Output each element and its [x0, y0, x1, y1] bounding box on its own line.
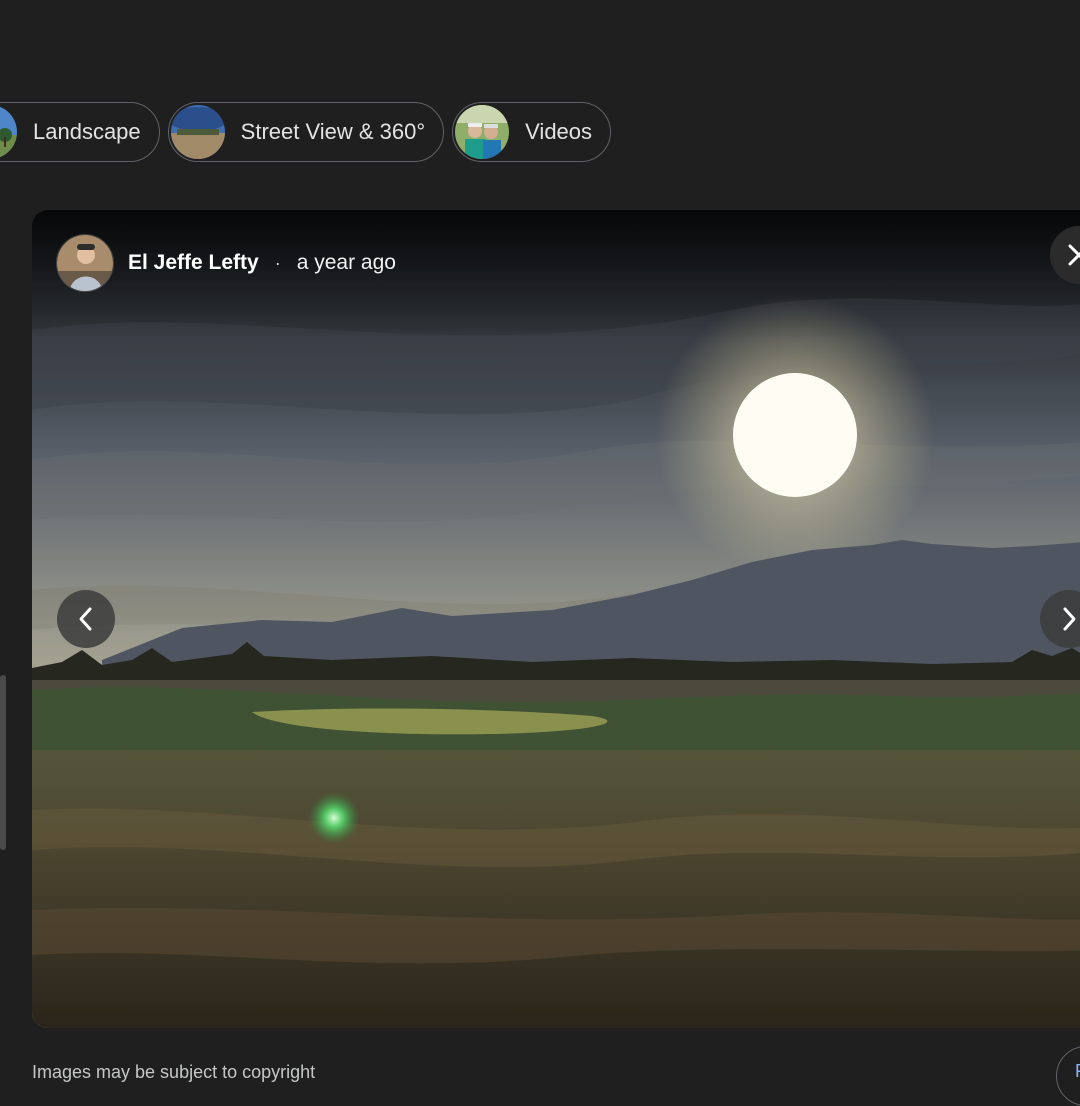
photo-viewer: El Jeffe Lefty · a year ago	[32, 210, 1080, 1028]
chip-label: Videos	[525, 119, 593, 144]
filter-chips: Landscape Street View & 360° Videos	[0, 102, 612, 162]
landscape-photo[interactable]	[32, 210, 1080, 1028]
chip-label: Landscape	[33, 119, 141, 144]
photo-author[interactable]: El Jeffe Lefty · a year ago	[56, 234, 396, 292]
videos-thumbnail	[455, 105, 510, 159]
author-name[interactable]: El Jeffe Lefty	[128, 251, 259, 275]
chip-videos[interactable]: Videos	[452, 102, 612, 162]
chip-landscape[interactable]: Landscape	[0, 102, 160, 162]
feedback-button[interactable]: F	[1056, 1046, 1080, 1106]
chip-street-view[interactable]: Street View & 360°	[167, 102, 445, 162]
close-icon	[1068, 244, 1080, 266]
scrollbar[interactable]	[0, 675, 6, 850]
previous-photo-button[interactable]	[57, 590, 115, 648]
separator-dot: ·	[274, 252, 281, 273]
street-view-thumbnail	[170, 105, 225, 159]
landscape-thumbnail	[0, 105, 17, 159]
posted-time: a year ago	[296, 251, 396, 274]
chevron-right-icon	[1063, 607, 1076, 631]
chip-label: Street View & 360°	[240, 119, 426, 144]
author-avatar[interactable]	[56, 234, 114, 292]
chevron-left-icon	[79, 607, 92, 631]
